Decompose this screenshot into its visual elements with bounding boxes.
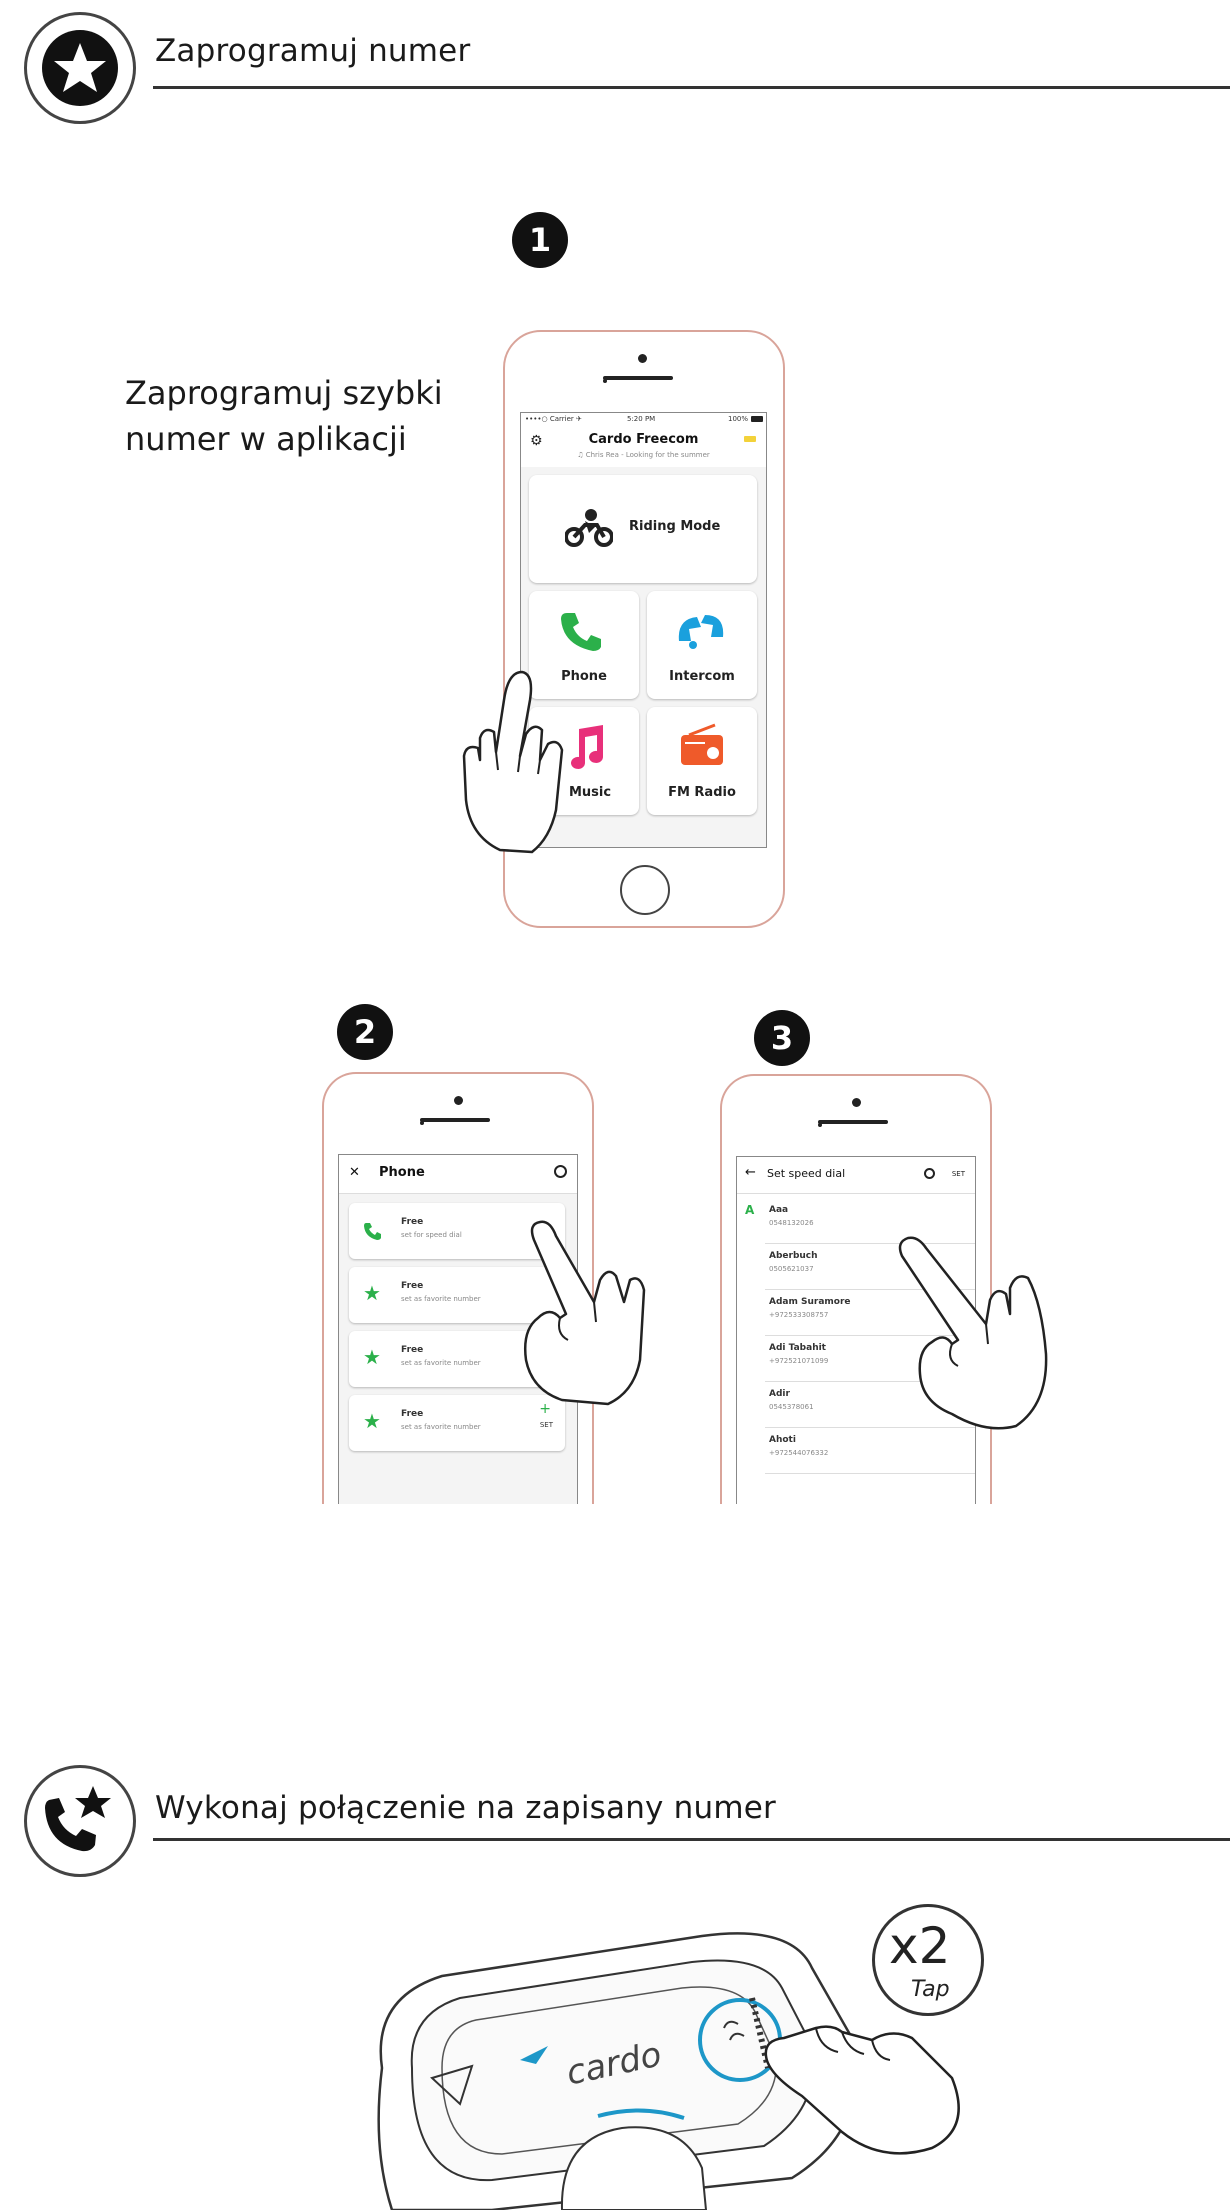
contacts-title: Set speed dial [767, 1167, 846, 1180]
phone-speaker [818, 1120, 888, 1124]
slot-subtitle: set as favorite number [401, 1295, 481, 1303]
step-number-3: 3 [754, 1010, 810, 1066]
slot-title: Free [401, 1345, 424, 1355]
step-number-2: 2 [337, 1004, 393, 1060]
close-icon[interactable]: ✕ [349, 1165, 360, 1180]
status-time: 5:20 PM [627, 415, 656, 423]
step-number-1: 1 [512, 212, 568, 268]
phone-screen-title: Phone [379, 1165, 425, 1180]
instruction-caption: Zaprogramuj szybki numer w aplikacji [125, 370, 443, 462]
contact-name: Adir [769, 1389, 790, 1399]
riding-mode-label: Riding Mode [629, 519, 721, 534]
slot-title: Free [401, 1409, 424, 1419]
phone-app-header: ✕ Phone [339, 1155, 577, 1194]
phone-camera [638, 354, 647, 363]
contact-number: 0545378061 [769, 1403, 814, 1411]
phone-speaker [603, 376, 673, 380]
slot-title: Free [401, 1281, 424, 1291]
favorite-star-icon: ★ [363, 1409, 381, 1433]
index-letter: A [745, 1203, 755, 1217]
slot-title: Free [401, 1217, 424, 1227]
slot-subtitle: set as favorite number [401, 1359, 481, 1367]
status-battery: 100% [727, 415, 748, 423]
battery-icon [751, 416, 763, 422]
contacts-header: ← Set speed dial SET [737, 1157, 975, 1194]
phone-sensor [420, 1121, 424, 1125]
caption-line-2: numer w aplikacji [125, 420, 407, 458]
contact-number: +972521071099 [769, 1357, 829, 1365]
contact-name: Ahoti [769, 1435, 796, 1445]
contact-number: +972544076332 [769, 1449, 829, 1457]
slot-subtitle: set for speed dial [401, 1231, 462, 1239]
speed-dial-phone-icon [364, 1223, 381, 1240]
contact-number: +972533308757 [769, 1311, 829, 1319]
tap-count: x2 [889, 1917, 951, 1975]
contact-name: Aberbuch [769, 1251, 818, 1261]
radio-icon [681, 723, 723, 765]
fm-radio-tile[interactable]: FM Radio [647, 707, 757, 815]
status-bar: ••••○ Carrier ✈ 5:20 PM 100% [521, 413, 766, 427]
contact-name: Adi Tabahit [769, 1343, 826, 1353]
hand-pointer-icon [524, 1220, 646, 1406]
set-label[interactable]: SET [952, 1170, 965, 1178]
riding-mode-tile[interactable]: Riding Mode [529, 475, 757, 583]
favorite-star-icon: ★ [363, 1281, 381, 1305]
tap-label: Tap [911, 1977, 950, 2002]
now-playing: ♫ Chris Rea - Looking for the summer [577, 451, 710, 459]
section-title-program-number: Zaprogramuj numer [155, 33, 471, 69]
battery-level-icon [744, 436, 756, 442]
star-badge-icon [24, 12, 136, 124]
home-button [620, 865, 670, 915]
hand-pointer-icon [462, 670, 564, 854]
app-title: Cardo Freecom [588, 432, 699, 447]
fm-radio-tile-label: FM Radio [668, 785, 736, 800]
search-icon[interactable] [924, 1168, 935, 1179]
app-header: ⚙ Cardo Freecom ♫ Chris Rea - Looking fo… [521, 427, 766, 467]
contact-number: 0505621037 [769, 1265, 814, 1273]
contact-name: Aaa [769, 1205, 789, 1215]
intercom-tile[interactable]: Intercom [647, 591, 757, 699]
status-carrier: ••••○ Carrier ✈ [525, 415, 582, 423]
motorcycle-icon [565, 509, 613, 547]
section-divider [153, 1838, 1230, 1841]
section-title-call-saved-number: Wykonaj połączenie na zapisany numer [155, 1790, 776, 1826]
favorite-star-icon: ★ [363, 1345, 381, 1369]
phone-camera [454, 1096, 463, 1105]
phone-handset-icon [561, 613, 601, 651]
slot-subtitle: set as favorite number [401, 1423, 481, 1431]
intercom-tile-label: Intercom [669, 669, 735, 684]
intercom-helmets-icon [678, 615, 724, 649]
hand-pointer-icon [898, 1236, 1048, 1430]
section-divider [153, 86, 1230, 89]
search-icon[interactable] [554, 1165, 567, 1178]
contact-name: Adam Suramore [769, 1297, 851, 1307]
phone-sensor [603, 379, 607, 383]
back-arrow-icon[interactable]: ← [745, 1165, 756, 1180]
phone-camera [852, 1098, 861, 1107]
caption-line-1: Zaprogramuj szybki [125, 374, 443, 412]
speed-dial-call-badge-icon [24, 1765, 136, 1877]
phone-sensor [818, 1123, 822, 1127]
set-label[interactable]: SET [540, 1421, 553, 1429]
double-tap-badge: x2 Tap [872, 1904, 984, 2016]
phone-speaker [420, 1118, 490, 1122]
contact-number: 0548132026 [769, 1219, 814, 1227]
